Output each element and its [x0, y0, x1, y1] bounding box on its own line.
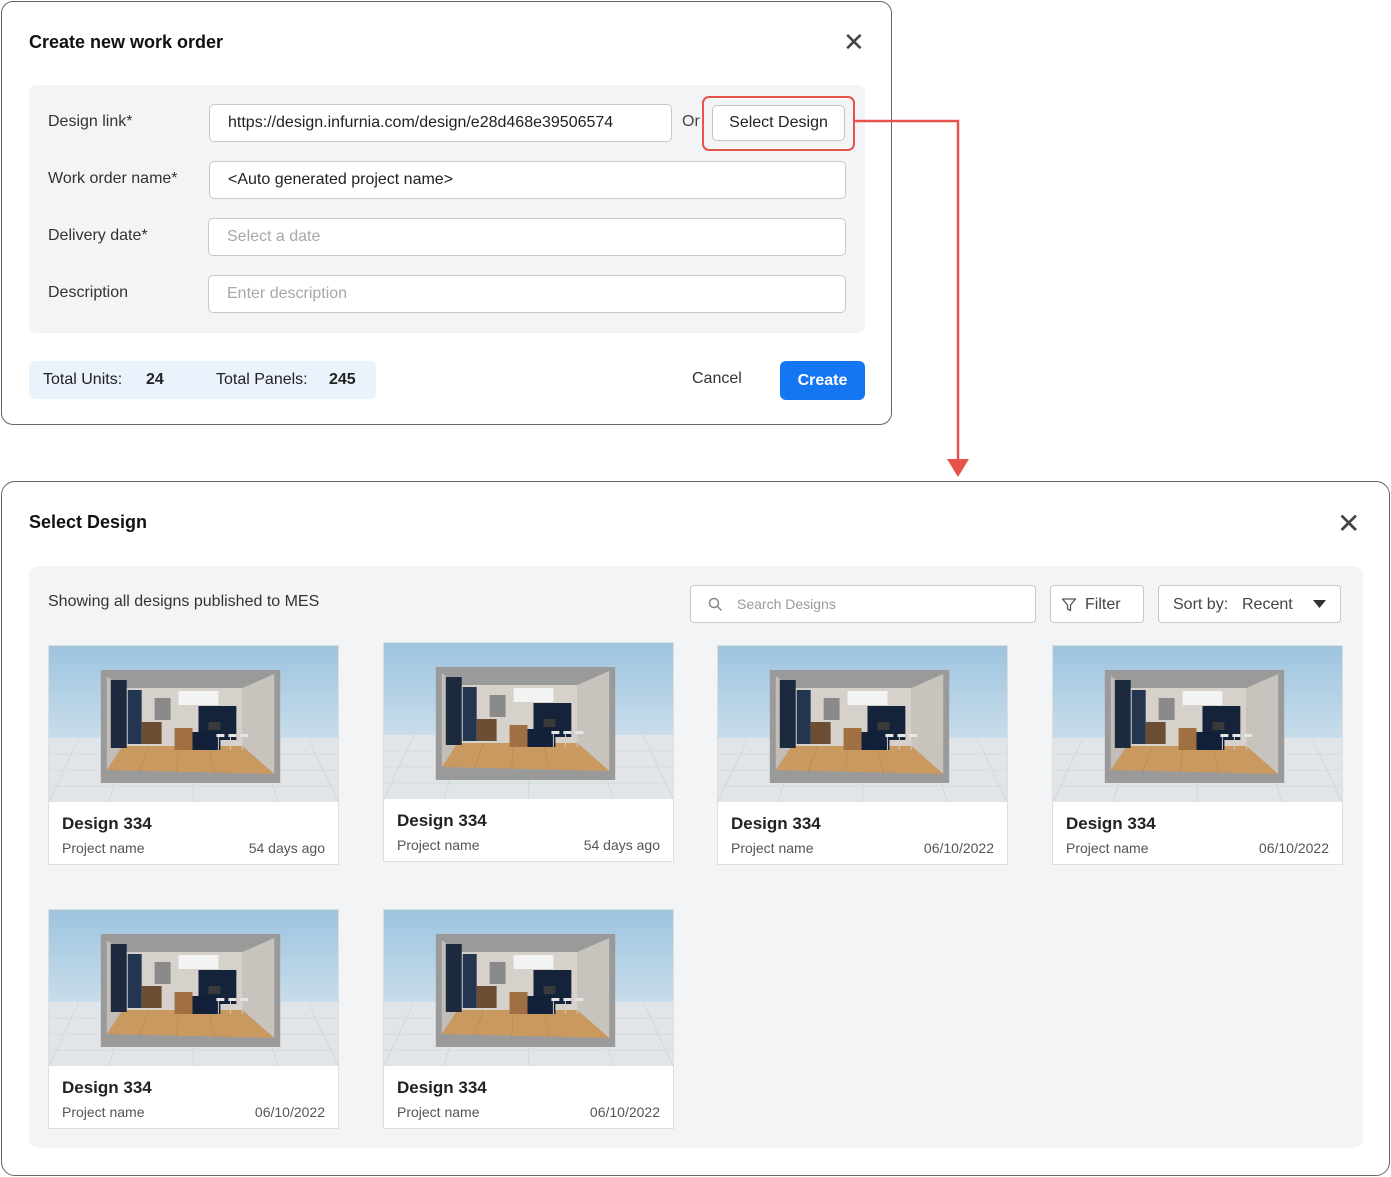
modal-title: Select Design [29, 512, 148, 532]
select-design-highlight: Select Design [702, 96, 855, 151]
close-icon[interactable]: ✕ [1337, 510, 1360, 538]
design-card[interactable]: Design 334 Project name 54 days ago [48, 645, 339, 865]
design-card[interactable]: Design 334 Project name 06/10/2022 [48, 909, 339, 1129]
select-design-button[interactable]: Select Design [712, 105, 845, 141]
design-thumbnail [49, 910, 338, 1066]
sort-value: Recent [1242, 596, 1293, 613]
cancel-button[interactable]: Cancel [692, 370, 742, 388]
design-card-date: 54 days ago [583, 837, 660, 853]
select-design-modal: Select Design ✕ Showing all designs publ… [1, 481, 1390, 1176]
design-card-date: 06/10/2022 [923, 840, 994, 856]
total-panels-label: Total Panels: [216, 371, 308, 388]
design-card-title: Design 334 [397, 811, 487, 830]
design-card-title: Design 334 [397, 1078, 487, 1097]
total-panels-value: 245 [329, 371, 356, 388]
work-order-form: Design link* Or Select Design Work order… [29, 85, 865, 333]
delivery-date-input[interactable] [208, 218, 846, 256]
sort-label: Sort by: [1173, 596, 1229, 613]
design-card-title: Design 334 [1066, 814, 1156, 833]
search-input[interactable] [737, 586, 1027, 622]
caret-down-icon [1313, 600, 1326, 608]
design-card-project-name: Project name [397, 1104, 480, 1120]
designs-panel: Showing all designs published to MES Fil… [29, 566, 1363, 1148]
filter-label: Filter [1085, 596, 1121, 613]
description-input[interactable] [208, 275, 846, 313]
close-icon[interactable]: ✕ [843, 29, 865, 55]
design-link-label: Design link* [48, 113, 133, 130]
design-card-date: 54 days ago [248, 840, 325, 856]
design-card-title: Design 334 [62, 814, 152, 833]
design-card-date: 06/10/2022 [1258, 840, 1329, 856]
total-units-value: 24 [146, 371, 164, 388]
design-card-project-name: Project name [397, 837, 480, 853]
work-order-name-label: Work order name* [48, 170, 178, 187]
modal-title: Create new work order [29, 32, 224, 52]
design-thumbnail [384, 643, 673, 799]
total-units-label: Total Units: [43, 371, 123, 388]
design-card-date: 06/10/2022 [589, 1104, 660, 1120]
design-card[interactable]: Design 334 Project name 06/10/2022 [383, 909, 674, 1129]
filter-icon [1061, 598, 1077, 612]
description-label: Description [48, 284, 129, 301]
design-card[interactable]: Design 334 Project name 06/10/2022 [1052, 645, 1343, 865]
design-card-project-name: Project name [62, 840, 145, 856]
filter-button[interactable]: Filter [1050, 585, 1144, 623]
design-card-title: Design 334 [731, 814, 821, 833]
design-thumbnail [384, 910, 673, 1066]
search-box[interactable] [690, 585, 1036, 623]
designs-caption: Showing all designs published to MES [48, 593, 320, 610]
delivery-date-label: Delivery date* [48, 227, 148, 244]
totals-bar: Total Units: 24 Total Panels: 245 [29, 361, 376, 399]
design-link-input[interactable] [209, 104, 672, 142]
create-work-order-modal: Create new work order ✕ Design link* Or … [1, 1, 892, 425]
design-thumbnail [718, 646, 1007, 802]
design-card-project-name: Project name [62, 1104, 145, 1120]
design-thumbnail [1053, 646, 1342, 802]
work-order-name-input[interactable] [209, 161, 846, 199]
design-card-title: Design 334 [62, 1078, 152, 1097]
design-card-date: 06/10/2022 [254, 1104, 325, 1120]
design-thumbnail [49, 646, 338, 802]
sort-dropdown[interactable]: Sort by: Recent [1158, 585, 1341, 623]
create-button[interactable]: Create [780, 361, 865, 400]
design-card[interactable]: Design 334 Project name 54 days ago [383, 642, 674, 862]
search-icon [708, 597, 723, 612]
design-card[interactable]: Design 334 Project name 06/10/2022 [717, 645, 1008, 865]
or-text: Or [682, 113, 700, 130]
design-card-project-name: Project name [731, 840, 814, 856]
design-card-project-name: Project name [1066, 840, 1149, 856]
